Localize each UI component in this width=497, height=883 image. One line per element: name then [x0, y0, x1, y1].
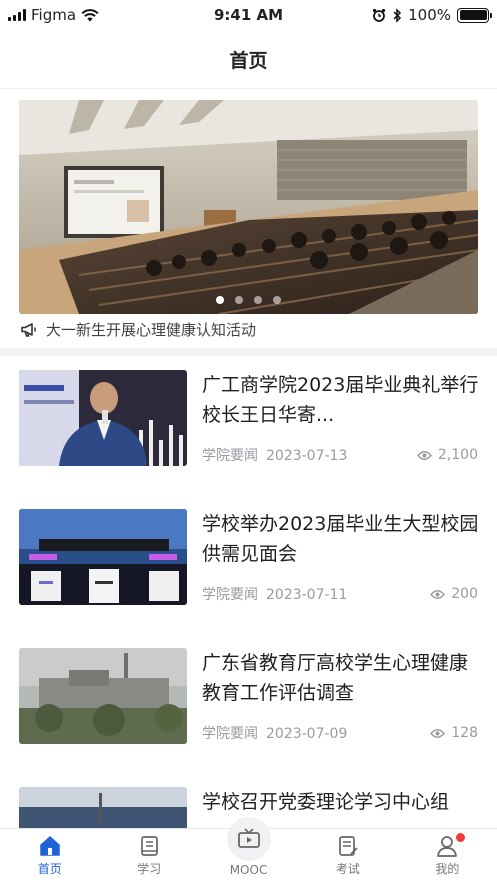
news-thumbnail: [19, 509, 187, 605]
status-left: Figma: [8, 6, 99, 24]
tab-study[interactable]: 学习: [99, 829, 198, 883]
tab-mooc[interactable]: MOOC: [199, 817, 298, 883]
news-meta: 学院要闻 2023-07-11 200: [202, 584, 478, 604]
battery-percent: 100%: [408, 6, 451, 24]
tab-mine[interactable]: 我的: [398, 829, 497, 883]
view-count: 128: [430, 723, 478, 743]
view-count-value: 200: [451, 586, 478, 602]
megaphone-icon: [21, 322, 36, 337]
news-thumbnail: [19, 370, 187, 466]
news-title: 学校召开党委理论学习中心组: [202, 791, 450, 813]
carousel-dot[interactable]: [216, 296, 224, 304]
news-date: 2023-07-11: [266, 587, 348, 603]
news-date: 2023-07-09: [266, 726, 348, 742]
news-thumbnail: [19, 648, 187, 744]
view-count-value: 2,100: [437, 447, 478, 463]
banner-section: 大一新生开展心理健康认知活动: [0, 89, 497, 348]
news-source: 学院要闻: [202, 448, 258, 464]
tab-home[interactable]: 首页: [0, 829, 99, 883]
notice-bar[interactable]: 大一新生开展心理健康认知活动: [20, 319, 256, 340]
news-title: 广东省教育厅高校学生心理健康教育工作评估调查: [202, 652, 469, 704]
news-title: 学校举办2023届毕业生大型校园供需见面会: [202, 513, 479, 565]
news-meta: 学院要闻 2023-07-13 2,100: [202, 445, 478, 465]
alarm-icon: [373, 8, 386, 22]
page-title: 首页: [229, 49, 268, 72]
status-bar: Figma 9:41 AM 100%: [0, 0, 497, 30]
carousel-dot[interactable]: [273, 296, 281, 304]
carousel-dot[interactable]: [235, 296, 243, 304]
view-count-value: 128: [451, 725, 478, 741]
home-icon: [39, 836, 60, 856]
notice-text: 大一新生开展心理健康认知活动: [46, 321, 257, 339]
tab-label: 我的: [435, 862, 460, 876]
news-title: 广工商学院2023届毕业典礼举行校长王日华寄...: [202, 374, 479, 426]
news-item[interactable]: 广东省教育厅高校学生心理健康教育工作评估调查 学院要闻 2023-07-09 12…: [0, 634, 497, 773]
carousel-dot[interactable]: [254, 296, 262, 304]
news-item[interactable]: 广工商学院2023届毕业典礼举行校长王日华寄... 学院要闻 2023-07-13…: [0, 356, 497, 495]
wifi-icon: [81, 8, 99, 21]
news-meta: 学院要闻 2023-07-09 128: [202, 723, 478, 743]
carrier-label: Figma: [31, 6, 77, 24]
mooc-bubble: [226, 817, 271, 861]
banner-carousel[interactable]: [19, 100, 478, 314]
tv-icon: [237, 828, 260, 848]
banner-image: [19, 100, 478, 314]
eye-icon: [430, 728, 446, 738]
eye-icon: [416, 450, 432, 460]
status-right: 100%: [372, 6, 492, 24]
signal-icon: [8, 9, 26, 21]
news-list: 广工商学院2023届毕业典礼举行校长王日华寄... 学院要闻 2023-07-13…: [0, 348, 497, 828]
book-icon: [141, 836, 158, 856]
news-source: 学院要闻: [202, 726, 258, 742]
tab-label: MOOC: [229, 863, 268, 877]
view-count: 2,100: [416, 445, 478, 465]
view-count: 200: [430, 584, 478, 604]
nav-bar: 首页: [0, 30, 497, 89]
tab-label: 首页: [37, 862, 62, 876]
news-thumbnail: [19, 787, 187, 828]
carousel-dots: [19, 296, 478, 304]
news-source: 学院要闻: [202, 587, 258, 603]
news-item[interactable]: 学校举办2023届毕业生大型校园供需见面会 学院要闻 2023-07-11 200: [0, 495, 497, 634]
exam-icon: [339, 836, 358, 856]
tab-label: 考试: [335, 862, 360, 876]
user-icon: [437, 836, 458, 857]
battery-icon: [457, 7, 492, 23]
news-date: 2023-07-13: [266, 448, 348, 464]
eye-icon: [430, 589, 446, 599]
bluetooth-icon: [393, 7, 402, 23]
tab-exam[interactable]: 考试: [298, 829, 397, 883]
tab-label: 学习: [137, 862, 162, 876]
notification-badge: [456, 833, 466, 842]
tab-bar: 首页 学习 MOOC 考试 我的: [0, 817, 497, 883]
